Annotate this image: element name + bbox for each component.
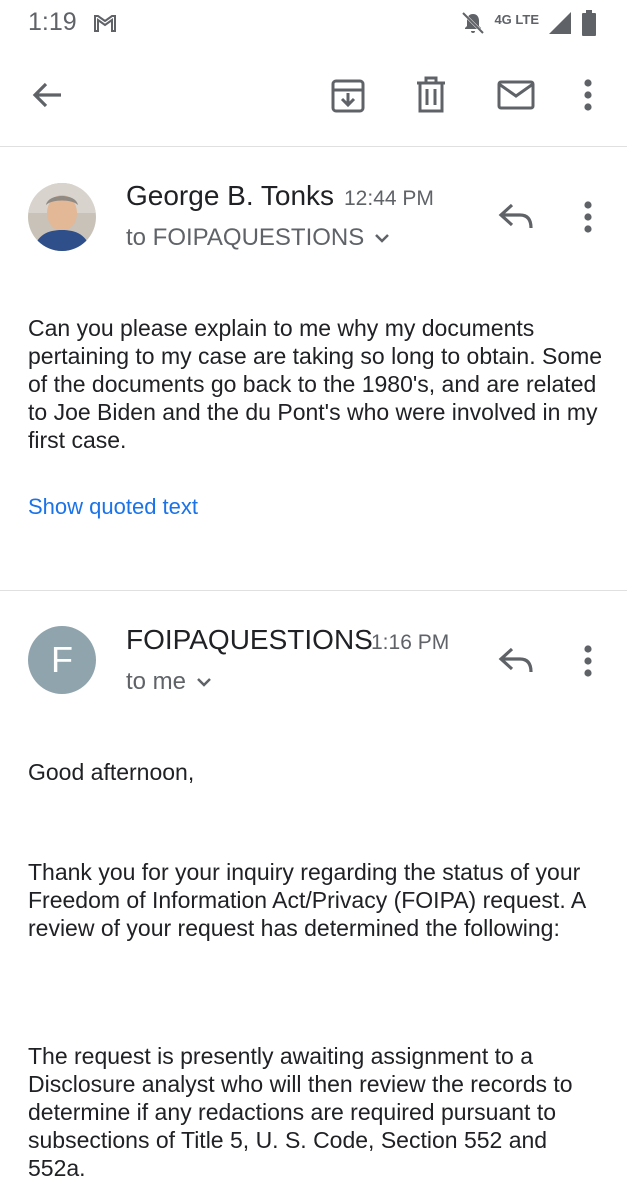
more-vert-icon[interactable] — [580, 77, 596, 113]
sender-name: FOIPAQUESTIONS — [126, 624, 373, 655]
message-paragraph: Good afternoon, — [28, 759, 195, 785]
show-quoted-text-link[interactable]: Show quoted text — [28, 494, 198, 520]
trash-icon[interactable] — [415, 76, 447, 114]
sender-photo — [28, 183, 96, 251]
message-time: 1:16 PM — [371, 631, 450, 654]
message-time: 12:44 PM — [344, 187, 434, 210]
recipient-text: to me — [126, 668, 187, 695]
recipient-text: to FOIPAQUESTIONS — [126, 224, 365, 251]
avatar-letter: F — [51, 639, 73, 680]
sender-name: George B. Tonks — [126, 180, 335, 211]
mail-icon[interactable] — [497, 80, 535, 110]
back-arrow-icon[interactable] — [30, 77, 66, 113]
battery-icon — [582, 10, 596, 36]
avatar[interactable] — [28, 183, 96, 251]
message-paragraph: The request is presently awaiting assign… — [28, 1043, 573, 1181]
network-type: 4G LTE — [494, 12, 539, 27]
gmail-notification-icon — [94, 15, 116, 32]
avatar[interactable]: F — [28, 626, 96, 694]
reply-icon[interactable] — [498, 202, 534, 230]
message-paragraph: Thank you for your inquiry regarding the… — [28, 859, 585, 941]
signal-icon — [549, 12, 571, 34]
recipient-line[interactable]: to FOIPAQUESTIONS — [126, 224, 390, 252]
archive-icon[interactable] — [330, 78, 366, 114]
chevron-down-icon[interactable] — [374, 233, 390, 243]
divider — [0, 146, 627, 147]
status-time: 1:19 — [28, 8, 77, 36]
message-more-icon[interactable] — [580, 199, 596, 235]
divider — [0, 590, 627, 591]
reply-icon[interactable] — [498, 646, 534, 674]
recipient-line[interactable]: to me — [126, 668, 212, 696]
chevron-down-icon[interactable] — [196, 677, 212, 687]
message-body: Can you please explain to me why my docu… — [28, 315, 603, 453]
status-icons: 4G LTE — [460, 8, 597, 38]
notifications-off-icon — [462, 11, 485, 35]
message-more-icon[interactable] — [580, 643, 596, 679]
